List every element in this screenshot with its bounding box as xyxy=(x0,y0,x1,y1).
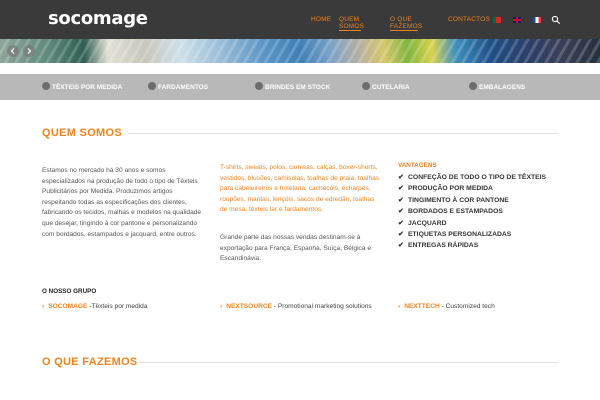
grupo-link-nexttech[interactable]: NEXTTECH xyxy=(404,303,440,310)
chevron-left-icon xyxy=(10,48,15,54)
vantagens-title: VANTAGENS xyxy=(398,162,437,169)
list-item: ✔ ETIQUETAS PERSONALIZADAS xyxy=(398,229,546,240)
nav-home[interactable]: HOME xyxy=(311,16,331,23)
grupo-desc: Promotional marketing solutions xyxy=(277,303,372,310)
categories-bar: TÊXTEIS POR MEDIDA FARDAMENTOS BRINDES E… xyxy=(0,74,600,100)
export-text: Grande parte das nossas vendas destinam-… xyxy=(220,234,372,263)
grupo-desc: Têxteis por medida xyxy=(91,303,148,310)
grupo-title: O NOSSO GRUPO xyxy=(42,288,97,295)
category-embalagens[interactable]: EMBALAGENS xyxy=(469,82,525,91)
vantagem-label: JACQUARD xyxy=(408,219,447,227)
site-header: socomage HOME QUEM SOMOS O QUE FAZEMOS C… xyxy=(0,0,600,39)
category-fardamentos[interactable]: FARDAMENTOS xyxy=(148,82,208,91)
grupo-desc: Customized tech xyxy=(445,303,495,310)
hero-banner xyxy=(0,39,600,63)
checkmark-icon: ✔ xyxy=(398,196,404,204)
chevron-right-icon: › xyxy=(42,303,45,310)
category-icon xyxy=(362,82,370,90)
grupo-link-nextsource[interactable]: NEXTSOURCE xyxy=(226,303,272,310)
vantagem-label: ETIQUETAS PERSONALIZADAS xyxy=(408,231,512,239)
category-label: TÊXTEIS POR MEDIDA xyxy=(52,84,123,91)
grupo-link-socomage[interactable]: SOCOMAGE xyxy=(48,303,87,310)
nav-quem-somos-label: QUEM SOMOS xyxy=(339,16,365,31)
nav-contactos[interactable]: CONTACTOS xyxy=(448,16,490,23)
section-title-o-que-fazemos: O QUE FAZEMOS xyxy=(42,356,138,368)
list-item: ✔ PRODUÇÃO POR MEDIDA xyxy=(398,183,546,194)
checkmark-icon: ✔ xyxy=(398,231,404,239)
grupo-item-nextsource: › NEXTSOURCE - Promotional marketing solu… xyxy=(220,301,380,312)
category-icon xyxy=(42,82,50,90)
about-text: Estamos no mercado há 30 anos e somos es… xyxy=(42,167,202,238)
chevron-right-icon: › xyxy=(398,303,401,310)
category-brindes-em-stock[interactable]: BRINDES EM STOCK xyxy=(255,82,330,91)
products-list-text: T-shirts, sweats, polos, camisas, calças… xyxy=(220,164,380,214)
list-item: ✔ JACQUARD xyxy=(398,218,546,229)
banner-texture xyxy=(0,39,600,63)
vantagem-label: BORDADOS E ESTAMPADOS xyxy=(408,208,503,216)
flag-portugal-icon[interactable] xyxy=(493,17,501,23)
nav-quem-somos[interactable]: QUEM SOMOS xyxy=(339,16,365,31)
category-label: EMBALAGENS xyxy=(479,84,526,91)
category-icon xyxy=(469,82,477,90)
flag-france-icon[interactable] xyxy=(533,17,541,23)
category-icon xyxy=(148,82,156,90)
list-item: ✔ TINGIMENTO À COR PANTONE xyxy=(398,195,546,206)
grupo-item-socomage: › SOCOMAGE -Têxteis por medida xyxy=(42,301,212,312)
grupo-item-nexttech: › NEXTTECH - Customized tech xyxy=(398,301,568,312)
flag-uk-icon[interactable] xyxy=(513,17,521,23)
slider-next-button[interactable] xyxy=(23,45,35,57)
vantagem-label: TINGIMENTO À COR PANTONE xyxy=(408,196,509,204)
category-label: CUTELARIA xyxy=(372,84,410,91)
category-icon xyxy=(255,82,263,90)
nav-o-que-fazemos-label: O QUE FAZEMOS xyxy=(390,16,423,31)
vantagem-label: PRODUÇÃO POR MEDIDA xyxy=(408,185,493,193)
checkmark-icon: ✔ xyxy=(398,208,404,216)
section-title-quem-somos: QUEM SOMOS xyxy=(42,127,123,139)
checkmark-icon: ✔ xyxy=(398,185,404,193)
chevron-right-icon xyxy=(27,48,32,54)
category-texteis-por-medida[interactable]: TÊXTEIS POR MEDIDA xyxy=(42,82,122,91)
category-label: BRINDES EM STOCK xyxy=(265,84,331,91)
vantagens-list: ✔ CONFEÇÃO DE TODO O TIPO DE TÊXTEIS ✔ PRO… xyxy=(398,172,546,252)
vantagem-label: CONFEÇÃO DE TODO O TIPO DE TÊXTEIS xyxy=(408,174,547,181)
category-label: FARDAMENTOS xyxy=(158,84,209,91)
list-item: ✔ CONFEÇÃO DE TODO O TIPO DE TÊXTEIS xyxy=(398,172,546,183)
checkmark-icon: ✔ xyxy=(398,219,404,227)
chevron-right-icon: › xyxy=(220,303,223,310)
nav-o-que-fazemos[interactable]: O QUE FAZEMOS xyxy=(390,16,423,31)
category-cutelaria[interactable]: CUTELARIA xyxy=(362,82,410,91)
checkmark-icon: ✔ xyxy=(398,174,404,181)
search-icon[interactable] xyxy=(551,15,561,25)
slider-prev-button[interactable] xyxy=(7,45,19,57)
list-item: ✔ ENTREGAS RÁPIDAS xyxy=(398,240,546,251)
section-divider xyxy=(128,133,558,134)
site-logo[interactable]: socomage xyxy=(48,8,148,29)
vantagem-label: ENTREGAS RÁPIDAS xyxy=(408,242,479,250)
section-divider xyxy=(136,362,558,363)
list-item: ✔ BORDADOS E ESTAMPADOS xyxy=(398,206,546,217)
checkmark-icon: ✔ xyxy=(398,242,404,250)
